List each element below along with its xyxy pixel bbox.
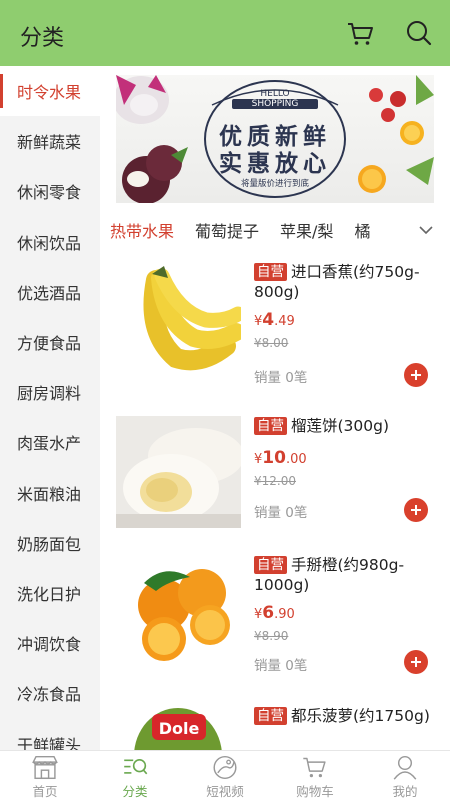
product-info: 自营 手掰橙(约980g-1000g) ¥6.90 ¥8.90 [254,555,436,643]
product-card[interactable]: 自营 手掰橙(约980g-1000g) ¥6.90 ¥8.90 销量 0笔 [100,555,450,705]
sidebar-item-frozen[interactable]: 冷冻食品 [0,668,100,718]
tab-category[interactable]: 分类 [90,751,180,800]
search-icon[interactable] [404,18,434,48]
bottom-nav: 首页 分类 短视频 购物车 我的 [0,750,450,800]
subcategory-tabs: 热带水果 葡萄提子 苹果/梨 橘 [100,210,450,250]
self-operated-tag: 自营 [254,417,287,435]
subtab-citrus[interactable]: 橘 [354,218,370,242]
chevron-down-icon [419,226,433,235]
sidebar-item-drinks[interactable]: 休闲饮品 [0,217,100,267]
sidebar-item-label: 肉蛋水产 [17,434,82,454]
sidebar-item-label: 时令水果 [17,83,82,103]
self-operated-tag: 自营 [254,263,287,281]
sidebar-item-label: 冲调饮食 [17,635,82,655]
sidebar-item-label: 优选酒品 [17,283,82,303]
original-price: ¥12.00 [254,474,296,488]
plus-icon [411,505,421,515]
product-info: 自营 都乐菠萝(约1750g) [254,706,436,726]
plus-icon [411,370,421,380]
sidebar-item-label: 米面粮油 [17,484,82,504]
orange-image [116,555,241,667]
product-title: 自营 都乐菠萝(约1750g) [254,706,436,726]
subtab-tropical-fruit[interactable]: 热带水果 [110,218,174,242]
self-operated-tag: 自营 [254,556,287,574]
sidebar-item-canned[interactable]: 干鲜罐头 [0,718,100,750]
sidebar-item-label: 休闲饮品 [17,233,82,253]
cart-icon [303,757,326,778]
product-info: 自营 榴莲饼(300g) ¥10.00 ¥12.00 [254,416,436,488]
promo-banner[interactable]: HELLO SHOPPING 优质新鲜 实惠放心 将量版价进行到底 [116,75,434,203]
product-price: ¥6.90 [254,603,295,623]
banner-headline-2: 实惠放心 [219,151,331,177]
sidebar-item-snacks[interactable]: 休闲零食 [0,166,100,216]
category-search-icon [124,759,148,775]
original-price: ¥8.90 [254,629,289,643]
tab-label: 分类 [122,784,148,799]
self-operated-tag: 自营 [254,707,287,725]
pineapple-image: Dole [116,706,241,750]
sales-count: 销量 0笔 [254,370,308,386]
sidebar-item-grain-oil[interactable]: 米面粮油 [0,468,100,518]
sales-count: 销量 0笔 [254,505,308,521]
sales-count: 销量 0笔 [254,658,308,674]
sidebar-item-vegetables[interactable]: 新鲜蔬菜 [0,116,100,166]
product-title: 自营 手掰橙(约980g-1000g) [254,556,405,594]
sidebar-item-meat-eggs[interactable]: 肉蛋水产 [0,417,100,467]
product-price: ¥10.00 [254,448,307,468]
banner-hello: HELLO [260,89,290,99]
add-to-cart-button[interactable] [404,363,428,387]
subtab-grapes[interactable]: 葡萄提子 [195,218,259,242]
plus-icon [411,657,421,667]
tab-short-video[interactable]: 短视频 [180,751,270,800]
sidebar-item-label: 厨房调料 [17,384,82,404]
sidebar-item-label: 干鲜罐头 [17,735,82,750]
tab-label: 我的 [392,784,418,799]
original-price: ¥8.00 [254,336,289,350]
sidebar-item-liquor[interactable]: 优选酒品 [0,267,100,317]
sidebar-item-dairy-bread[interactable]: 奶肠面包 [0,518,100,568]
durian-cake-image [116,416,241,528]
sidebar-item-beverages[interactable]: 冲调饮食 [0,618,100,668]
sidebar-item-label: 冷冻食品 [17,685,82,705]
product-price: ¥4.49 [254,310,295,330]
tab-label: 购物车 [296,784,334,799]
sidebar-item-seasonal-fruit[interactable]: 时令水果 [0,66,100,117]
product-info: 自营 进口香蕉(约750g-800g) ¥4.49 ¥8.00 [254,262,436,350]
banner-shopping: SHOPPING [232,99,318,109]
tab-label: 短视频 [206,784,244,799]
dole-logo: Dole [159,719,200,738]
tab-home[interactable]: 首页 [0,751,90,800]
sidebar-item-label: 洗化日护 [17,584,82,604]
tab-label: 首页 [32,784,58,799]
subtab-apple-pear[interactable]: 苹果/梨 [280,218,333,242]
sidebar-item-instant-food[interactable]: 方便食品 [0,317,100,367]
sidebar-item-seasoning[interactable]: 厨房调料 [0,367,100,417]
cart-icon[interactable] [345,18,375,48]
product-title: 自营 进口香蕉(约750g-800g) [254,263,420,301]
add-to-cart-button[interactable] [404,650,428,674]
product-card[interactable]: Dole 自营 都乐菠萝(约1750g) [100,706,450,750]
product-title: 自营 榴莲饼(300g) [254,416,436,436]
category-sidebar: 时令水果 新鲜蔬菜 休闲零食 休闲饮品 优选酒品 方便食品 厨房调料 肉蛋水产 … [0,66,100,750]
sidebar-item-label: 奶肠面包 [17,534,82,554]
video-icon [213,755,237,780]
banner-footer: 将量版价进行到底 [240,179,309,189]
tab-cart[interactable]: 购物车 [270,751,360,800]
add-to-cart-button[interactable] [404,498,428,522]
sidebar-item-label: 方便食品 [17,334,82,354]
expand-tabs-button[interactable] [402,210,450,250]
tab-mine[interactable]: 我的 [360,751,450,800]
product-card[interactable]: 自营 进口香蕉(约750g-800g) ¥4.49 ¥8.00 销量 0笔 [100,262,450,412]
app-header: 分类 [0,0,450,66]
user-icon [393,755,417,780]
sidebar-item-label: 新鲜蔬菜 [17,133,82,153]
banana-image [116,262,241,374]
product-card[interactable]: 自营 榴莲饼(300g) ¥10.00 ¥12.00 销量 0笔 [100,416,450,566]
store-icon [32,755,58,780]
sidebar-item-label: 休闲零食 [17,183,82,203]
sidebar-item-toiletries[interactable]: 洗化日护 [0,568,100,618]
page-title: 分类 [20,26,65,51]
